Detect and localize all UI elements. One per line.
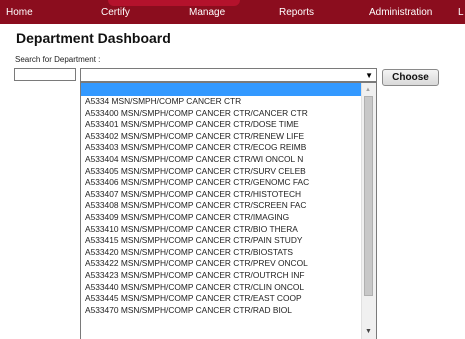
top-nav-bar: Home Certify Manage Reports Administrati…: [0, 0, 465, 24]
nav-more[interactable]: L: [458, 6, 464, 20]
search-input[interactable]: [14, 68, 76, 81]
dropdown-option[interactable]: A533423 MSN/SMPH/COMP CANCER CTR/OUTRCH …: [81, 270, 363, 282]
search-label: Search for Department :: [15, 55, 101, 64]
nav-certify[interactable]: Certify: [101, 6, 130, 20]
dropdown-option[interactable]: A533408 MSN/SMPH/COMP CANCER CTR/SCREEN …: [81, 200, 363, 212]
nav-manage[interactable]: Manage: [189, 6, 225, 20]
dropdown-highlighted-option[interactable]: [81, 83, 363, 96]
nav-administration[interactable]: Administration: [369, 6, 432, 20]
dropdown-option[interactable]: A533405 MSN/SMPH/COMP CANCER CTR/SURV CE…: [81, 166, 363, 178]
dropdown-option[interactable]: A533420 MSN/SMPH/COMP CANCER CTR/BIOSTAT…: [81, 247, 363, 259]
select-arrow-icon[interactable]: ▼: [365, 69, 373, 82]
dropdown-option[interactable]: A533406 MSN/SMPH/COMP CANCER CTR/GENOMC …: [81, 177, 363, 189]
dropdown-option[interactable]: A533403 MSN/SMPH/COMP CANCER CTR/ECOG RE…: [81, 142, 363, 154]
dropdown-option[interactable]: A533409 MSN/SMPH/COMP CANCER CTR/IMAGING: [81, 212, 363, 224]
dropdown-option[interactable]: A533415 MSN/SMPH/COMP CANCER CTR/PAIN ST…: [81, 235, 363, 247]
choose-button[interactable]: Choose: [382, 69, 439, 86]
department-dropdown-list[interactable]: A5334 MSN/SMPH/COMP CANCER CTR A533400 MS…: [80, 82, 377, 339]
scrollbar-thumb[interactable]: [364, 96, 373, 296]
dropdown-option[interactable]: A533445 MSN/SMPH/COMP CANCER CTR/EAST CO…: [81, 293, 363, 305]
dropdown-option[interactable]: A533440 MSN/SMPH/COMP CANCER CTR/CLIN ON…: [81, 282, 363, 294]
page-title: Department Dashboard: [16, 30, 171, 46]
dropdown-options: A5334 MSN/SMPH/COMP CANCER CTR A533400 MS…: [81, 96, 363, 316]
department-select[interactable]: ▼: [80, 68, 377, 82]
dropdown-scrollbar[interactable]: ▲ ▼: [361, 83, 376, 339]
dropdown-option[interactable]: A533407 MSN/SMPH/COMP CANCER CTR/HISTOTE…: [81, 189, 363, 201]
dropdown-option[interactable]: A533400 MSN/SMPH/COMP CANCER CTR/CANCER …: [81, 108, 363, 120]
scroll-up-icon[interactable]: ▲: [365, 87, 371, 93]
dropdown-option[interactable]: A533402 MSN/SMPH/COMP CANCER CTR/RENEW L…: [81, 131, 363, 143]
dropdown-option[interactable]: A533422 MSN/SMPH/COMP CANCER CTR/PREV ON…: [81, 258, 363, 270]
dropdown-option[interactable]: A533401 MSN/SMPH/COMP CANCER CTR/DOSE TI…: [81, 119, 363, 131]
dropdown-option[interactable]: A5334 MSN/SMPH/COMP CANCER CTR: [81, 96, 363, 108]
scroll-down-icon[interactable]: ▼: [365, 328, 372, 335]
dropdown-option[interactable]: A533410 MSN/SMPH/COMP CANCER CTR/BIO THE…: [81, 224, 363, 236]
dropdown-option[interactable]: A533404 MSN/SMPH/COMP CANCER CTR/WI ONCO…: [81, 154, 363, 166]
nav-reports[interactable]: Reports: [279, 6, 314, 20]
nav-home[interactable]: Home: [6, 6, 33, 20]
dropdown-option[interactable]: A533470 MSN/SMPH/COMP CANCER CTR/RAD BIO…: [81, 305, 363, 317]
